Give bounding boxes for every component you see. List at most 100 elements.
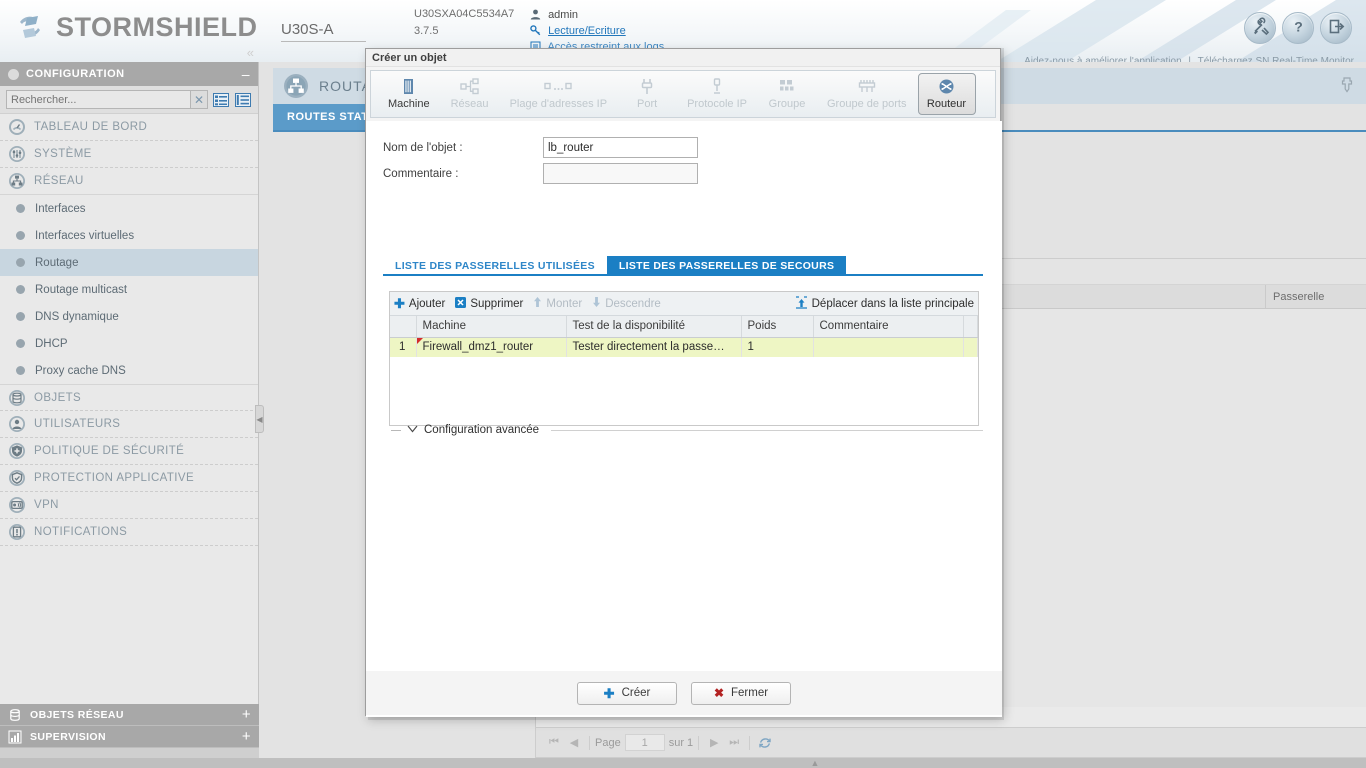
object-name-input[interactable]: [543, 137, 698, 158]
sidebar-footer-label: OBJETS RÉSEAU: [30, 708, 124, 721]
gateway-toolbar: ✚ Ajouter Supprimer Monter Descendre Dép…: [390, 292, 978, 316]
tab-passerelles-utilisees[interactable]: LISTE DES PASSERELLES UTILISÉES: [383, 256, 607, 276]
sidebar-group-dashboard[interactable]: TABLEAU DE BORD: [0, 114, 258, 141]
pagination-page-input[interactable]: [624, 734, 665, 751]
expand-icon[interactable]: +: [242, 728, 251, 745]
sidebar-footer-supervision[interactable]: SUPERVISION +: [0, 726, 259, 748]
sidebar-group-vpn[interactable]: VPN: [0, 492, 258, 519]
bullet-icon: [16, 204, 25, 213]
sidebar-footer-objets-reseau[interactable]: OBJETS RÉSEAU +: [0, 704, 259, 726]
logout-button[interactable]: [1320, 12, 1352, 44]
col-rownum: [390, 316, 417, 338]
sidebar-group-label: POLITIQUE DE SÉCURITÉ: [34, 445, 185, 457]
sliders-icon: [8, 145, 26, 163]
sidebar-item-proxy-cache-dns[interactable]: Proxy cache DNS: [0, 357, 258, 384]
serial-number: U30SXA04C5534A7: [414, 8, 515, 20]
sidebar-group-objets[interactable]: OBJETS: [0, 384, 258, 411]
grid-column-passerelle[interactable]: Passerelle: [1266, 285, 1366, 308]
tab-passerelles-secours[interactable]: LISTE DES PASSERELLES DE SECOURS: [606, 256, 847, 276]
grid-pagination-bar: ⏮ ◀ Page sur 1 ▶ ⏭ Aucune donnée à affic…: [535, 728, 1366, 758]
col-machine[interactable]: Machine: [416, 316, 567, 338]
sidebar-group-system[interactable]: SYSTÈME: [0, 141, 258, 168]
sidebar-item-dns-dynamique[interactable]: DNS dynamique: [0, 303, 258, 330]
move-to-list-label: Déplacer dans la liste principale: [811, 297, 974, 310]
tab-port: Port: [618, 73, 676, 115]
current-user: admin: [530, 9, 578, 23]
sidebar-group-notifications[interactable]: NOTIFICATIONS: [0, 519, 258, 546]
sidebar-group-label: VPN: [34, 499, 59, 511]
sidebar-search-input[interactable]: [6, 90, 191, 109]
sidebar-item-routage[interactable]: Routage: [0, 249, 258, 276]
advanced-config-section[interactable]: Configuration avancée: [391, 424, 983, 436]
access-mode[interactable]: Lecture/Ecriture: [530, 25, 626, 39]
sidebar-group-politique-securite[interactable]: POLITIQUE DE SÉCURITÉ: [0, 438, 258, 465]
sidebar-item-label: Interfaces: [35, 202, 86, 215]
chevron-down-icon[interactable]: [407, 424, 418, 436]
help-button[interactable]: ?: [1282, 12, 1314, 44]
close-label: Fermer: [731, 687, 769, 699]
key-icon: [530, 25, 541, 39]
create-button[interactable]: ✚ Créer: [577, 681, 677, 705]
modal-body: Nom de l'objet : Commentaire : LISTE DES…: [366, 121, 1002, 717]
col-comment[interactable]: Commentaire: [813, 316, 964, 338]
close-button[interactable]: ✖ Fermer: [691, 681, 791, 705]
first-page-button[interactable]: ⏮: [544, 733, 564, 753]
delete-gateway-button[interactable]: Supprimer: [455, 296, 524, 311]
brand-name: STORMSHIELD: [56, 11, 258, 42]
sidebar-section-header[interactable]: CONFIGURATION –: [0, 62, 258, 86]
expand-icon[interactable]: +: [242, 706, 251, 723]
dashboard-icon: [8, 118, 26, 136]
sidebar-item-label: Routage: [35, 256, 79, 269]
object-comment-input[interactable]: [543, 163, 698, 184]
sidebar-footer-label: SUPERVISION: [30, 730, 106, 743]
tab-label: Routeur: [926, 98, 967, 110]
section-dot-icon: [8, 68, 19, 80]
sidebar-item-routage-multicast[interactable]: Routage multicast: [0, 276, 258, 303]
next-page-button[interactable]: ▶: [704, 733, 724, 753]
row-index: 1: [390, 337, 417, 357]
col-weight[interactable]: Poids: [741, 316, 814, 338]
tab-label: Protocole IP: [687, 98, 747, 110]
cell-weight[interactable]: 1: [741, 337, 814, 357]
add-gateway-button[interactable]: ✚ Ajouter: [394, 297, 445, 310]
sidebar-group-protection-applicative[interactable]: PROTECTION APPLICATIVE: [0, 465, 258, 492]
cell-comment[interactable]: [813, 337, 964, 357]
stormshield-logo-icon: [14, 10, 48, 44]
collapse-section-icon[interactable]: –: [242, 66, 250, 82]
logout-icon: [1327, 17, 1346, 39]
list-view-icon[interactable]: [212, 91, 230, 109]
clear-search-icon[interactable]: ✕: [191, 90, 208, 109]
sidebar-item-interfaces[interactable]: Interfaces: [0, 195, 258, 222]
sidebar-resize-handle[interactable]: ◀: [255, 405, 264, 433]
pin-icon[interactable]: [1340, 76, 1354, 96]
sidebar-search-row: ✕: [0, 86, 258, 114]
tab-machine[interactable]: Machine: [379, 73, 439, 115]
prev-page-button[interactable]: ◀: [564, 733, 584, 753]
scroll-indicator-icon[interactable]: ▲: [806, 759, 824, 768]
table-row[interactable]: 1 Firewall_dmz1_router Tester directemen…: [390, 337, 978, 357]
tools-button[interactable]: [1244, 12, 1276, 44]
cell-machine[interactable]: Firewall_dmz1_router: [416, 337, 567, 357]
appliance-name[interactable]: U30S-A: [281, 21, 366, 42]
move-up-button[interactable]: Monter: [533, 296, 582, 311]
move-down-button[interactable]: Descendre: [592, 296, 661, 311]
access-mode-link[interactable]: Lecture/Ecriture: [548, 25, 626, 37]
sidebar-collapse-icon[interactable]: «: [247, 45, 254, 60]
col-availability[interactable]: Test de la disponibilité: [566, 316, 742, 338]
pagination-divider: [749, 735, 751, 750]
sidebar-group-utilisateurs[interactable]: UTILISATEURS: [0, 411, 258, 438]
move-to-main-list-button[interactable]: Déplacer dans la liste principale: [795, 295, 974, 312]
delete-label: Supprimer: [470, 297, 524, 310]
refresh-icon[interactable]: [755, 733, 775, 753]
last-page-button[interactable]: ⏭: [724, 733, 744, 753]
sidebar-item-dhcp[interactable]: DHCP: [0, 330, 258, 357]
sidebar-item-interfaces-virtuelles[interactable]: Interfaces virtuelles: [0, 222, 258, 249]
application-window: STORMSHIELD U30S-A U30SXA04C5534A7 3.7.5…: [0, 0, 1366, 768]
brand-logo: STORMSHIELD: [14, 10, 258, 44]
backup-gateways-panel: ✚ Ajouter Supprimer Monter Descendre Dép…: [389, 291, 979, 426]
tree-view-icon[interactable]: [234, 91, 252, 109]
sidebar-group-network[interactable]: RÉSEAU: [0, 168, 258, 195]
cell-availability[interactable]: Tester directement la passe…: [566, 337, 742, 357]
port-group-icon: [857, 78, 877, 95]
tab-routeur[interactable]: Routeur: [917, 73, 976, 115]
